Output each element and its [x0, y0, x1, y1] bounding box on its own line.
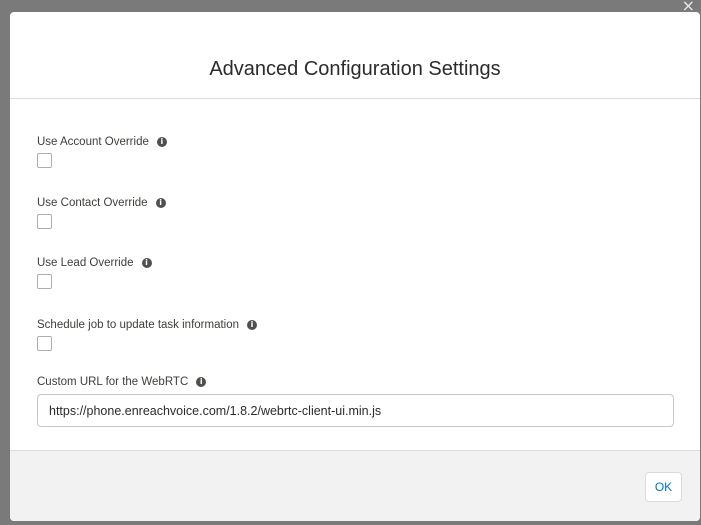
account-override-label-row: Use Account Override i: [37, 135, 167, 149]
schedule-job-checkbox[interactable]: [37, 336, 52, 351]
modal-title: Advanced Configuration Settings: [209, 57, 501, 80]
info-icon[interactable]: i: [196, 377, 207, 387]
info-icon[interactable]: i: [247, 320, 258, 330]
modal-body: Use Account Override i Use Contact Overr…: [10, 99, 700, 450]
contact-override-label-row: Use Contact Override i: [37, 196, 166, 210]
contact-override-checkbox[interactable]: [37, 214, 52, 229]
modal-header: Advanced Configuration Settings: [10, 12, 700, 99]
advanced-settings-modal: Advanced Configuration Settings Use Acco…: [10, 12, 700, 521]
custom-url-input[interactable]: [37, 394, 674, 427]
schedule-job-field: Schedule job to update task information …: [37, 318, 258, 351]
lead-override-field: Use Lead Override i: [37, 256, 152, 289]
account-override-label: Use Account Override: [37, 136, 149, 148]
custom-url-label: Custom URL for the WebRTC: [37, 376, 189, 388]
info-icon[interactable]: i: [141, 258, 152, 268]
contact-override-label: Use Contact Override: [37, 197, 148, 209]
lead-override-label-row: Use Lead Override i: [37, 256, 152, 270]
account-override-checkbox[interactable]: [37, 153, 52, 168]
lead-override-label: Use Lead Override: [37, 257, 134, 269]
ok-button[interactable]: OK: [645, 472, 682, 502]
info-icon[interactable]: i: [155, 198, 166, 208]
schedule-job-label-row: Schedule job to update task information …: [37, 318, 258, 332]
custom-url-field: Custom URL for the WebRTC i: [37, 375, 674, 427]
modal-footer: OK: [10, 450, 700, 521]
schedule-job-label: Schedule job to update task information: [37, 319, 240, 331]
lead-override-checkbox[interactable]: [37, 274, 52, 289]
info-icon[interactable]: i: [156, 137, 167, 147]
custom-url-label-row: Custom URL for the WebRTC i: [37, 375, 674, 389]
account-override-field: Use Account Override i: [37, 135, 167, 168]
contact-override-field: Use Contact Override i: [37, 196, 166, 229]
